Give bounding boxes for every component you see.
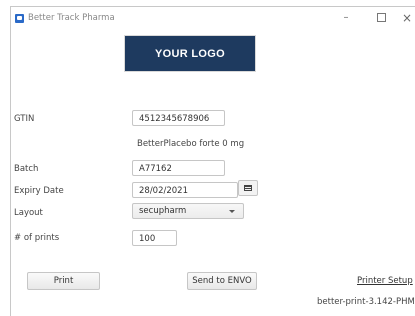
layout-label: Layout xyxy=(14,208,43,218)
layout-selected-value: secupharm xyxy=(139,206,187,216)
gtin-label: GTIN xyxy=(14,114,35,124)
expiry-date-label: Expiry Date xyxy=(14,186,64,196)
print-button[interactable]: Print xyxy=(27,272,100,290)
version-label: better-print-3.142-PHM xyxy=(317,297,415,307)
window-title: Better Track Pharma xyxy=(28,13,115,23)
product-name: BetterPlacebo forte 0 mg xyxy=(137,139,245,149)
batch-label: Batch xyxy=(14,164,39,174)
calendar-icon[interactable] xyxy=(238,180,258,196)
maximize-icon xyxy=(376,12,386,22)
close-button[interactable]: × xyxy=(398,10,415,26)
gtin-field[interactable]: 4512345678906 xyxy=(132,110,225,126)
prints-count-field[interactable]: 100 xyxy=(132,230,177,246)
expiry-date-field[interactable]: 28/02/2021 xyxy=(132,182,238,198)
title-bar[interactable]: Better Track Pharma – × xyxy=(11,7,415,30)
chevron-down-icon xyxy=(229,210,235,213)
layout-select[interactable]: secupharm xyxy=(132,203,244,219)
send-to-envo-button[interactable]: Send to ENVO xyxy=(187,272,257,290)
maximize-button[interactable] xyxy=(372,10,390,26)
app-icon xyxy=(15,14,24,23)
prints-label: # of prints xyxy=(14,233,60,243)
company-logo: YOUR LOGO xyxy=(125,36,255,71)
minimize-button[interactable]: – xyxy=(337,10,355,26)
batch-field[interactable]: A77162 xyxy=(132,160,225,176)
printer-setup-link[interactable]: Printer Setup xyxy=(357,276,413,286)
